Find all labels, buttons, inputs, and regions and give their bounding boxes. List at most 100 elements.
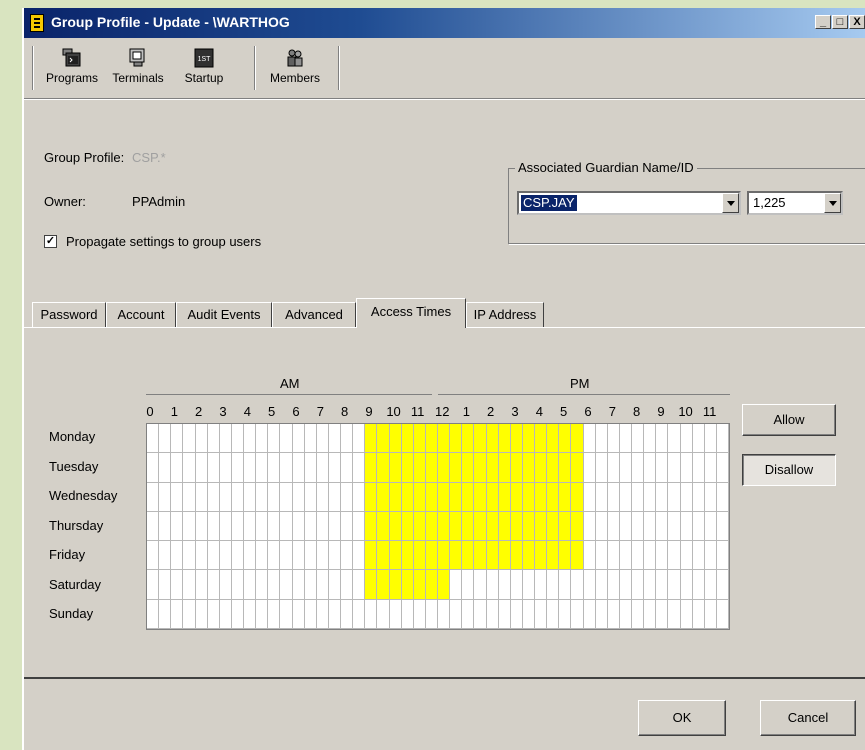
time-cell[interactable]	[716, 424, 729, 454]
members-tool-button[interactable]: Members	[260, 40, 330, 90]
time-cell[interactable]	[644, 511, 657, 542]
time-cell[interactable]	[183, 570, 196, 600]
time-cell[interactable]	[498, 424, 511, 454]
time-cell[interactable]	[462, 453, 475, 483]
time-cell[interactable]	[547, 599, 560, 629]
time-cell[interactable]	[559, 453, 572, 483]
time-cell[interactable]	[583, 599, 596, 629]
time-cell[interactable]	[656, 453, 669, 483]
time-cell[interactable]	[450, 482, 463, 512]
time-cell[interactable]	[450, 541, 463, 571]
time-cell[interactable]	[644, 599, 657, 629]
time-cell[interactable]	[365, 570, 378, 600]
time-cell[interactable]	[656, 541, 669, 571]
time-cell[interactable]	[559, 424, 572, 454]
time-cell[interactable]	[401, 424, 414, 454]
time-cell[interactable]	[341, 482, 354, 512]
time-cell[interactable]	[389, 424, 402, 454]
time-cell[interactable]	[147, 599, 160, 629]
time-cell[interactable]	[413, 453, 426, 483]
time-cell[interactable]	[644, 482, 657, 512]
time-cell[interactable]	[304, 599, 317, 629]
time-cell[interactable]	[462, 511, 475, 542]
time-cell[interactable]	[547, 424, 560, 454]
time-cell[interactable]	[474, 453, 487, 483]
time-cell[interactable]	[632, 570, 645, 600]
time-cell[interactable]	[535, 541, 548, 571]
time-cell[interactable]	[280, 424, 293, 454]
tab-ip-address[interactable]: IP Address	[466, 302, 544, 328]
time-cell[interactable]	[195, 482, 208, 512]
time-cell[interactable]	[450, 511, 463, 542]
time-cell[interactable]	[341, 570, 354, 600]
time-cell[interactable]	[510, 482, 523, 512]
time-cell[interactable]	[425, 570, 438, 600]
time-cell[interactable]	[632, 511, 645, 542]
time-cell[interactable]	[462, 541, 475, 571]
time-cell[interactable]	[377, 511, 390, 542]
time-cell[interactable]	[171, 511, 184, 542]
time-cell[interactable]	[353, 541, 366, 571]
time-cell[interactable]	[244, 482, 257, 512]
time-cell[interactable]	[231, 511, 244, 542]
time-cell[interactable]	[644, 541, 657, 571]
time-cell[interactable]	[231, 599, 244, 629]
guardian-name-combo[interactable]: CSP.JAY	[517, 191, 741, 215]
time-cell[interactable]	[207, 570, 220, 600]
time-cell[interactable]	[316, 541, 329, 571]
time-cell[interactable]	[510, 424, 523, 454]
time-cell[interactable]	[268, 541, 281, 571]
time-cell[interactable]	[498, 511, 511, 542]
time-cell[interactable]	[571, 570, 584, 600]
time-cell[interactable]	[195, 570, 208, 600]
time-cell[interactable]	[207, 541, 220, 571]
time-cell[interactable]	[668, 482, 681, 512]
time-cell[interactable]	[474, 482, 487, 512]
time-cell[interactable]	[547, 482, 560, 512]
time-cell[interactable]	[438, 570, 451, 600]
time-cell[interactable]	[595, 511, 608, 542]
time-cell[interactable]	[571, 453, 584, 483]
time-cell[interactable]	[377, 570, 390, 600]
time-cell[interactable]	[704, 482, 717, 512]
time-cell[interactable]	[462, 482, 475, 512]
time-cell[interactable]	[316, 511, 329, 542]
time-cell[interactable]	[341, 453, 354, 483]
time-cell[interactable]	[207, 453, 220, 483]
time-cell[interactable]	[462, 599, 475, 629]
time-cell[interactable]	[486, 453, 499, 483]
time-cell[interactable]	[583, 453, 596, 483]
time-cell[interactable]	[195, 599, 208, 629]
time-cell[interactable]	[183, 424, 196, 454]
time-cell[interactable]	[716, 599, 729, 629]
time-cell[interactable]	[207, 482, 220, 512]
time-cell[interactable]	[619, 424, 632, 454]
time-cell[interactable]	[571, 482, 584, 512]
time-cell[interactable]	[704, 599, 717, 629]
time-cell[interactable]	[486, 570, 499, 600]
time-cell[interactable]	[486, 424, 499, 454]
time-cell[interactable]	[280, 482, 293, 512]
time-cell[interactable]	[474, 541, 487, 571]
time-cell[interactable]	[668, 511, 681, 542]
time-cell[interactable]	[219, 541, 232, 571]
time-cell[interactable]	[292, 570, 305, 600]
time-cell[interactable]	[316, 570, 329, 600]
time-cell[interactable]	[413, 511, 426, 542]
time-cell[interactable]	[401, 453, 414, 483]
time-cell[interactable]	[462, 424, 475, 454]
time-cell[interactable]	[486, 511, 499, 542]
time-cell[interactable]	[559, 570, 572, 600]
time-cell[interactable]	[328, 424, 341, 454]
time-cell[interactable]	[413, 599, 426, 629]
programs-tool-button[interactable]: Programs	[40, 40, 104, 90]
time-cell[interactable]	[583, 570, 596, 600]
time-cell[interactable]	[716, 570, 729, 600]
time-cell[interactable]	[522, 570, 535, 600]
time-cell[interactable]	[595, 599, 608, 629]
time-cell[interactable]	[219, 424, 232, 454]
time-cell[interactable]	[147, 541, 160, 571]
time-cell[interactable]	[389, 599, 402, 629]
time-cell[interactable]	[268, 453, 281, 483]
time-cell[interactable]	[304, 453, 317, 483]
